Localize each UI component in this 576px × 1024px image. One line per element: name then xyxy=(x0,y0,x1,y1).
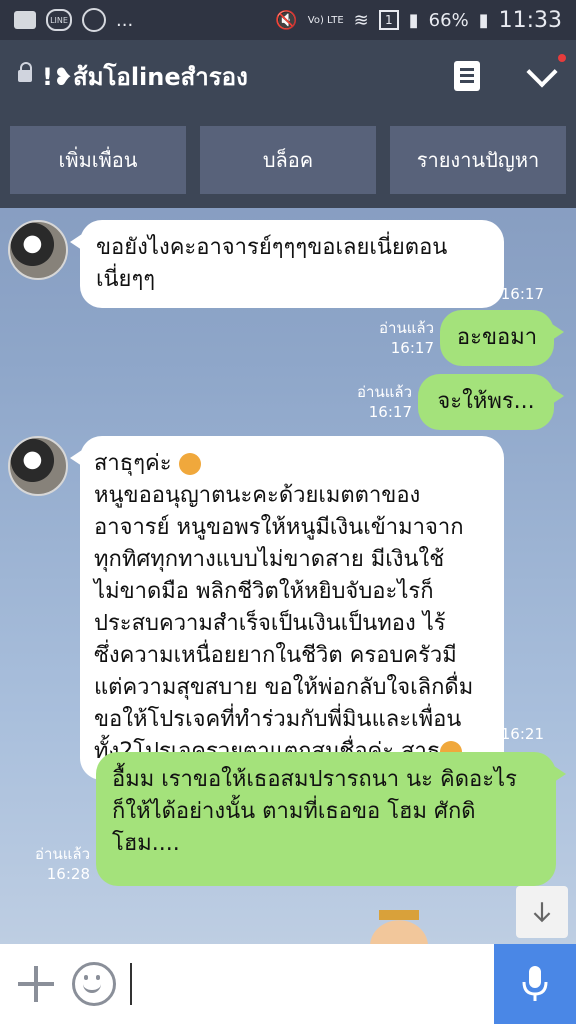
time-label: 16:21 xyxy=(500,725,544,743)
wifi-icon: ≋ xyxy=(353,9,369,31)
emoji-picker-icon[interactable] xyxy=(72,962,116,1006)
outgoing-message[interactable]: จะให้พร... xyxy=(418,374,564,430)
read-receipt: อ่านแล้ว 16:17 xyxy=(336,382,412,422)
read-label: อ่านแล้ว xyxy=(357,383,412,401)
message-line: ไม่ขาดมือ พลิกชีวิตให้หยิบจับอะไรก็ xyxy=(94,579,434,604)
incoming-message[interactable]: ขอยังไงคะอาจารย์ๆๆๆขอเลยเนี่ยตอนเนี่ยๆๆ xyxy=(70,220,504,308)
status-bar: LINE ... 🔇 Vo) LTE ≋ 1 ▮ 66% ▮ 11:33 xyxy=(0,0,576,40)
read-receipt: อ่านแล้ว 16:17 xyxy=(358,318,434,358)
arrow-down-icon xyxy=(533,902,551,923)
message-text: ขอยังไงคะอาจารย์ๆๆๆขอเลยเนี่ยตอนเนี่ยๆๆ xyxy=(96,235,448,292)
microphone-icon xyxy=(522,966,548,1001)
message-time: 16:17 xyxy=(470,284,544,304)
emoji-icon xyxy=(178,453,201,475)
message-line: ประสบความสำเร็จเป็นเงินเป็นทอง ไร้ xyxy=(94,611,446,636)
read-label: อ่านแล้ว xyxy=(35,845,90,863)
notification-dot xyxy=(558,54,566,62)
message-line: อื้มม เราขอให้เธอสมปรารถนา นะ คิดอะไร xyxy=(112,767,517,792)
cloud-icon xyxy=(82,8,106,32)
clock: 11:33 xyxy=(498,7,562,33)
block-button[interactable]: บล็อค xyxy=(200,126,376,194)
action-bar: เพิ่มเพื่อน บล็อค รายงานปัญหา xyxy=(0,112,576,208)
avatar[interactable] xyxy=(8,220,68,280)
message-line: ขอให้โปรเจคที่ทำร่วมกับพี่มินและเพื่อน xyxy=(94,707,462,732)
message-line: ทุกทิศทุกทางแบบไม่ขาดสาย มีเงินใช้ xyxy=(94,547,445,572)
notes-icon[interactable] xyxy=(454,61,480,91)
message-line: อาจารย์ หนูขอพรให้หนูมีเงินเข้ามาจาก xyxy=(94,515,464,540)
incoming-message[interactable]: สาธุๆค่ะ หนูขออนุญาตนะคะด้วยเมตตาของ อาจ… xyxy=(70,436,504,780)
message-input[interactable] xyxy=(130,963,494,1005)
message-text: อะขอมา xyxy=(456,325,538,350)
lock-icon xyxy=(18,62,32,84)
message-line: ก็ให้ได้อย่างนั้น ตามที่เธอขอ โฮม ศักดิ xyxy=(112,799,476,824)
signal-icon: ▮ xyxy=(408,9,419,31)
chat-header: !❥ส้มโอlineสำรอง xyxy=(0,40,576,112)
sticker-image[interactable] xyxy=(354,906,444,946)
mute-icon: 🔇 xyxy=(275,9,298,31)
image-icon xyxy=(14,11,36,29)
chat-title[interactable]: !❥ส้มโอlineสำรอง xyxy=(42,57,454,96)
outgoing-message[interactable]: อะขอมา xyxy=(440,310,564,366)
time-label: 16:17 xyxy=(500,285,544,303)
line-app-icon: LINE xyxy=(46,9,72,31)
message-input-bar xyxy=(0,944,576,1024)
read-receipt: อ่านแล้ว 16:28 xyxy=(14,844,90,884)
read-label: อ่านแล้ว xyxy=(379,319,434,337)
time-label: 16:28 xyxy=(46,865,90,883)
message-time: 16:21 xyxy=(470,724,544,744)
more-notifications: ... xyxy=(116,9,134,31)
avatar[interactable] xyxy=(8,436,68,496)
add-friend-button[interactable]: เพิ่มเพื่อน xyxy=(10,126,186,194)
message-line: สาธุๆค่ะ xyxy=(94,451,172,476)
battery-text: 66% xyxy=(428,9,469,31)
message-line: โฮม.... xyxy=(112,831,180,856)
chat-area[interactable]: ขอยังไงคะอาจารย์ๆๆๆขอเลยเนี่ยตอนเนี่ยๆๆ … xyxy=(0,208,576,944)
chevron-down-icon[interactable] xyxy=(524,59,558,93)
time-label: 16:17 xyxy=(390,339,434,357)
message-line: ซึ่งความเหนื่อยยากในชีวิต ครอบครัวมี xyxy=(94,643,457,668)
plus-icon[interactable] xyxy=(16,964,56,1004)
scroll-down-button[interactable] xyxy=(516,886,568,938)
time-label: 16:17 xyxy=(368,403,412,421)
report-button[interactable]: รายงานปัญหา xyxy=(390,126,566,194)
message-line: หนูขออนุญาตนะคะด้วยเมตตาของ xyxy=(94,483,421,508)
message-line: แต่ความสุขสบาย ขอให้พ่อกลับใจเลิกดื่ม xyxy=(94,675,474,700)
message-text: จะให้พร... xyxy=(437,389,535,414)
network-label: Vo) LTE xyxy=(307,14,344,26)
outgoing-message[interactable]: อื้มม เราขอให้เธอสมปรารถนา นะ คิดอะไร ก็… xyxy=(96,752,566,886)
battery-icon: ▮ xyxy=(478,9,489,31)
mic-button[interactable] xyxy=(494,944,576,1024)
sim-slot-icon: 1 xyxy=(378,10,399,30)
